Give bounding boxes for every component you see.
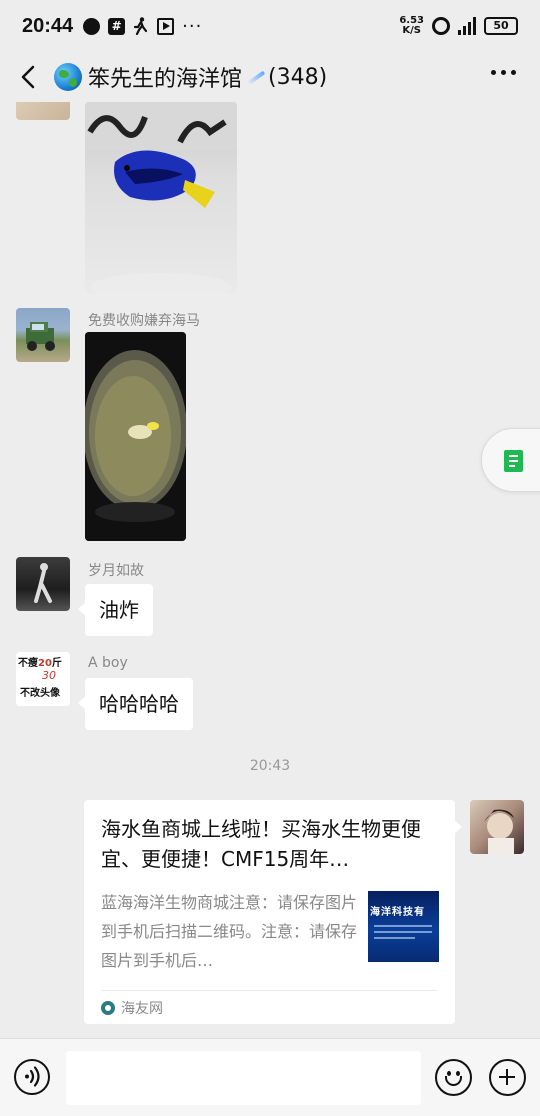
comet-icon — [244, 67, 266, 87]
avatar[interactable]: 不瘦20斤 30 不改头像 — [16, 652, 70, 706]
more-options-icon[interactable] — [491, 70, 516, 75]
avatar[interactable] — [16, 557, 70, 611]
portrait-avatar-icon — [484, 809, 514, 854]
more-notifications-icon: ··· — [182, 15, 203, 37]
card-source: 海友网 — [101, 996, 163, 1020]
voice-wave-icon — [25, 1066, 40, 1087]
chat-title: 笨先生的海洋馆 (348) — [54, 60, 327, 94]
back-arrow-icon[interactable] — [20, 65, 36, 89]
card-thumbnail-lines — [374, 925, 432, 943]
card-thumbnail-text: 海洋科技有 — [370, 907, 425, 918]
text-message-bubble[interactable]: 油炸 — [78, 584, 153, 636]
group-name: 笨先生的海洋馆 — [88, 67, 243, 92]
message-list[interactable]: 免费收购嫌弃海马 岁月如故 油炸 不瘦20斤 30 不改头像 A boy 哈哈哈… — [0, 102, 540, 1038]
floating-document-tab[interactable] — [481, 428, 540, 492]
network-speed: 6.53 K/S — [399, 15, 424, 36]
avatar[interactable] — [16, 102, 70, 120]
card-source-name: 海友网 — [121, 1001, 163, 1017]
blue-tang-fish-icon — [85, 102, 237, 293]
truck-avatar-icon — [26, 322, 55, 351]
chat-header: 笨先生的海洋馆 (348) — [0, 52, 540, 102]
smiley-face-icon — [445, 1076, 462, 1086]
status-bar: 20:44 # ··· 6.53 K/S 50 — [0, 0, 540, 52]
walking-person-icon — [133, 17, 149, 35]
avatar-text-handwritten: 30 — [42, 669, 56, 682]
time-separator: 20:43 — [249, 758, 291, 774]
text-message-bubble[interactable]: 哈哈哈哈 — [78, 678, 193, 730]
document-icon — [504, 450, 523, 472]
battery-icon: 50 — [484, 17, 518, 35]
link-card-message[interactable]: 海水鱼商城上线啦！买海水生物更便宜、更便捷！CMF15周年… 蓝海海洋生物商城注… — [84, 800, 462, 1024]
sender-name: 岁月如故 — [88, 563, 144, 579]
avatar-self[interactable] — [470, 800, 524, 854]
avatar-text-line2: 不改头像 — [20, 688, 60, 699]
signal-icon — [458, 17, 476, 35]
card-divider — [101, 990, 438, 991]
input-bar — [0, 1038, 540, 1116]
video-play-icon — [157, 17, 175, 35]
hash-app-icon: # — [108, 17, 126, 35]
tank-photo-icon — [85, 332, 186, 541]
person-walking-avatar-icon — [34, 563, 52, 603]
member-count: (348) — [268, 64, 328, 90]
card-title: 海水鱼商城上线啦！买海水生物更便宜、更便捷！CMF15周年… — [101, 817, 421, 871]
more-actions-plus-button[interactable] — [489, 1059, 526, 1096]
emoji-button[interactable] — [435, 1059, 472, 1096]
status-time: 20:44 — [22, 14, 74, 37]
image-message-seahorse-tank[interactable] — [85, 332, 186, 541]
message-input[interactable] — [66, 1051, 421, 1105]
card-description: 蓝海海洋生物商城注意：请保存图片到手机后扫描二维码。注意：请保存图片到手机后… — [101, 893, 358, 970]
voice-input-button[interactable] — [14, 1059, 50, 1095]
source-logo-icon — [101, 1001, 115, 1015]
avatar[interactable] — [16, 308, 70, 362]
card-thumbnail: 海洋科技有 — [368, 891, 439, 962]
sender-name: A boy — [88, 655, 128, 671]
image-message-tang-fish[interactable] — [85, 102, 237, 293]
alarm-icon — [432, 17, 450, 35]
sender-name: 免费收购嫌弃海马 — [88, 313, 200, 329]
notification-dot-icon — [83, 17, 101, 35]
globe-icon — [54, 63, 82, 91]
